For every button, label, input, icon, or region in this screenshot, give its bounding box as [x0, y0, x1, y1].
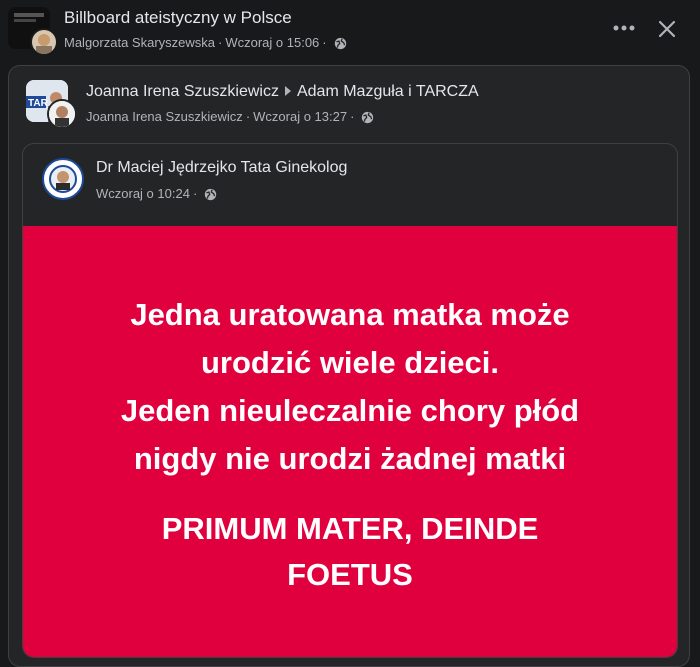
poster-line-6: FOETUS — [287, 557, 413, 592]
inner-post-meta: Wczoraj o 10:24 · — [96, 186, 217, 201]
poster-image[interactable]: Jedna uratowana matka może urodzić wiele… — [23, 226, 677, 657]
poster-line-1: Jedna uratowana matka może — [130, 297, 570, 332]
inner-author-avatar-image — [45, 161, 81, 197]
shared-author-small-avatar-image — [49, 101, 75, 127]
shared-post-time[interactable]: Wczoraj o 13:27 — [253, 109, 347, 124]
close-icon[interactable] — [654, 16, 680, 42]
svg-text:TAR: TAR — [28, 98, 49, 109]
author-avatar-image — [32, 30, 56, 54]
inner-author-avatar[interactable] — [42, 158, 84, 200]
author-avatar[interactable] — [30, 28, 58, 56]
shared-post-header: Joanna Irena Szuszkiewicz Adam Mazguła i … — [86, 83, 479, 101]
shared-author-name[interactable]: Joanna Irena Szuszkiewicz — [86, 83, 279, 100]
shared-author-small-avatar[interactable] — [47, 99, 77, 129]
arrow-right-icon — [284, 86, 291, 97]
inner-author-name[interactable]: Dr Maciej Jędrzejko Tata Ginekolog — [96, 159, 347, 177]
globe-icon — [334, 37, 346, 50]
inner-post-card: Dr Maciej Jędrzejko Tata Ginekolog Wczor… — [22, 143, 678, 658]
shared-target-name[interactable]: Adam Mazguła i TARCZA — [297, 83, 479, 100]
shared-post-meta: Joanna Irena Szuszkiewicz · Wczoraj o 13:2… — [86, 109, 374, 124]
shared-sub-author[interactable]: Joanna Irena Szuszkiewicz — [86, 109, 243, 124]
post-meta: Malgorzata Skaryszewska · Wczoraj o 15:06 · — [64, 35, 347, 50]
shared-post-card: TAR Joanna Irena Szuszkiewicz Adam Mazguł… — [8, 65, 690, 667]
group-name[interactable]: Billboard ateistyczny w Polsce — [64, 8, 292, 28]
poster-line-5: PRIMUM MATER, DEINDE — [161, 511, 539, 546]
poster-line-3: Jeden nieuleczalnie chory płód — [120, 393, 580, 428]
globe-icon — [205, 188, 217, 201]
poster-line-4: nigdy nie urodzi żadnej matki — [133, 441, 567, 476]
globe-icon — [362, 111, 374, 124]
post-time[interactable]: Wczoraj o 15:06 — [225, 35, 319, 50]
inner-post-time[interactable]: Wczoraj o 10:24 — [96, 186, 190, 201]
more-options-icon[interactable] — [610, 16, 638, 40]
post-author[interactable]: Malgorzata Skaryszewska — [64, 35, 215, 50]
poster-line-2: urodzić wiele dzieci. — [200, 345, 500, 380]
